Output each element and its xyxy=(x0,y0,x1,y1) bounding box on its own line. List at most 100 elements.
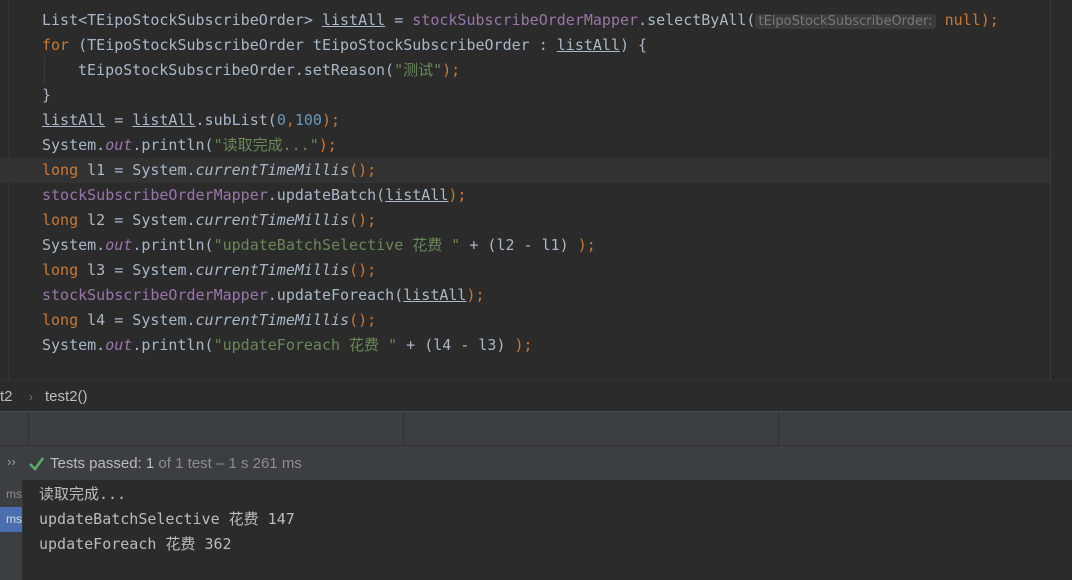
code-line[interactable]: for (TEipoStockSubscribeOrder tEipoStock… xyxy=(0,33,1050,58)
code-line[interactable]: System.out.println("updateForeach 花费 " +… xyxy=(0,333,1050,358)
code-token: + (l4 - l3) xyxy=(397,336,515,354)
code-token: out xyxy=(105,136,133,154)
tests-passed-status: Tests passed: 1 of 1 test – 1 s 261 ms xyxy=(50,455,302,472)
code-line[interactable]: stockSubscribeOrderMapper.updateForeach(… xyxy=(0,283,1050,308)
code-token: listAll xyxy=(385,186,449,204)
code-token: l2 = System. xyxy=(78,211,196,229)
code-token: = xyxy=(385,11,413,29)
code-line-text: long l1 = System.currentTimeMillis(); xyxy=(42,158,376,183)
test-tree-row[interactable]: ms xyxy=(0,482,22,507)
breadcrumb-method[interactable]: test2() xyxy=(45,388,88,405)
code-token: ); xyxy=(466,286,485,304)
code-line-text: stockSubscribeOrderMapper.updateForeach(… xyxy=(42,283,485,308)
breadcrumb-class[interactable]: t2 xyxy=(0,388,13,405)
code-token: .println( xyxy=(132,236,214,254)
code-token: stockSubscribeOrderMapper xyxy=(412,11,639,29)
code-token: currentTimeMillis xyxy=(195,211,350,229)
code-token: l1 = System. xyxy=(78,161,196,179)
breadcrumb-separator: › xyxy=(29,390,33,404)
code-token: for xyxy=(42,36,70,54)
code-token: l4 = System. xyxy=(78,311,196,329)
toolbar-divider xyxy=(403,412,404,446)
breadcrumb: t2 › test2() xyxy=(0,380,1072,412)
code-token: ); xyxy=(448,186,467,204)
code-token: .selectByAll( xyxy=(638,11,756,29)
code-token: currentTimeMillis xyxy=(195,311,350,329)
code-editor[interactable]: List<TEipoStockSubscribeOrder> listAll =… xyxy=(0,0,1072,380)
code-token: "updateBatchSelective 花费 " xyxy=(213,236,461,254)
right-margin-guide xyxy=(1050,0,1051,380)
code-token: (); xyxy=(349,261,377,279)
code-token: out xyxy=(105,336,133,354)
test-tree-row-selected[interactable]: ms xyxy=(0,507,22,532)
code-token: tEipoStockSubscribeOrder.setReason( xyxy=(78,61,395,79)
code-line[interactable]: listAll = listAll.subList(0,100); xyxy=(0,108,1050,133)
code-line-text: long l4 = System.currentTimeMillis(); xyxy=(42,308,376,333)
code-token: (); xyxy=(349,311,377,329)
code-token: ); xyxy=(318,136,337,154)
test-status-bar: ›› Tests passed: 1 of 1 test – 1 s 261 m… xyxy=(0,445,1072,481)
code-token: .println( xyxy=(132,336,214,354)
code-token: = xyxy=(105,111,133,129)
code-token: System. xyxy=(42,236,106,254)
toolbar-divider xyxy=(28,412,29,446)
parameter-hint: tEipoStockSubscribeOrder: xyxy=(755,14,936,29)
code-line-current[interactable]: long l1 = System.currentTimeMillis(); xyxy=(0,158,1050,183)
tests-passed-label: Tests passed: xyxy=(50,455,142,472)
code-token: currentTimeMillis xyxy=(195,161,350,179)
code-line-text: long l2 = System.currentTimeMillis(); xyxy=(42,208,376,233)
code-line[interactable]: List<TEipoStockSubscribeOrder> listAll =… xyxy=(0,8,1050,33)
code-token: ); xyxy=(577,236,596,254)
code-line-text: listAll = listAll.subList(0,100); xyxy=(42,108,340,133)
code-line[interactable]: tEipoStockSubscribeOrder.setReason("测试")… xyxy=(0,58,1050,83)
code-token: out xyxy=(105,236,133,254)
code-token: ) { xyxy=(619,36,648,54)
code-line[interactable]: System.out.println("updateBatchSelective… xyxy=(0,233,1050,258)
console-panel[interactable]: ms ms 读取完成... updateBatchSelective 花费 14… xyxy=(0,480,1072,580)
code-token: listAll xyxy=(403,286,467,304)
code-token: (TEipoStockSubscribeOrder tEipoStockSubs… xyxy=(69,36,557,54)
code-token: ); xyxy=(442,61,461,79)
code-line[interactable]: stockSubscribeOrderMapper.updateBatch(li… xyxy=(0,183,1050,208)
code-token: (); xyxy=(349,161,377,179)
code-line-text: } xyxy=(42,83,51,108)
code-line[interactable]: long l2 = System.currentTimeMillis(); xyxy=(0,208,1050,233)
code-token: .println( xyxy=(132,136,214,154)
code-token: listAll xyxy=(556,36,620,54)
code-line-text: System.out.println("updateBatchSelective… xyxy=(42,233,596,258)
code-line[interactable]: System.out.println("读取完成..."); xyxy=(0,133,1050,158)
code-token: listAll xyxy=(321,11,386,29)
code-line-text: tEipoStockSubscribeOrder.setReason("测试")… xyxy=(78,58,460,83)
code-token: .updateForeach( xyxy=(267,286,404,304)
code-token: List<TEipoStockSubscribeOrder> xyxy=(42,11,322,29)
code-token: long xyxy=(42,311,79,329)
code-token: .updateBatch( xyxy=(267,186,386,204)
code-line[interactable]: long l3 = System.currentTimeMillis(); xyxy=(0,258,1050,283)
run-toolbar xyxy=(0,411,1072,446)
code-line-text: List<TEipoStockSubscribeOrder> listAll =… xyxy=(42,8,999,34)
code-token: } xyxy=(42,86,52,104)
console-output-line: updateForeach 花费 362 xyxy=(39,535,232,553)
code-token: stockSubscribeOrderMapper xyxy=(42,286,268,304)
console-output-line: updateBatchSelective 花费 147 xyxy=(39,510,295,528)
code-token: null xyxy=(944,11,981,29)
code-token: listAll xyxy=(132,111,196,129)
console-output-line: 读取完成... xyxy=(39,485,127,503)
code-token: ); xyxy=(321,111,341,129)
code-token: 0 xyxy=(276,111,286,129)
code-line-text: long l3 = System.currentTimeMillis(); xyxy=(42,258,376,283)
code-token: currentTimeMillis xyxy=(195,261,350,279)
code-line[interactable]: } xyxy=(0,83,1050,108)
code-line[interactable]: long l4 = System.currentTimeMillis(); xyxy=(0,308,1050,333)
expand-chevron-icon[interactable]: ›› xyxy=(7,454,16,469)
code-token: l3 = System. xyxy=(78,261,196,279)
check-icon xyxy=(29,457,45,471)
code-token: "updateForeach 花费 " xyxy=(213,336,398,354)
code-token: ); xyxy=(514,336,533,354)
toolbar-divider xyxy=(778,412,779,446)
tests-passed-count: 1 xyxy=(145,455,155,472)
code-token: ); xyxy=(980,11,999,29)
code-token: .subList( xyxy=(195,111,277,129)
code-line-text: System.out.println("读取完成..."); xyxy=(42,133,337,158)
